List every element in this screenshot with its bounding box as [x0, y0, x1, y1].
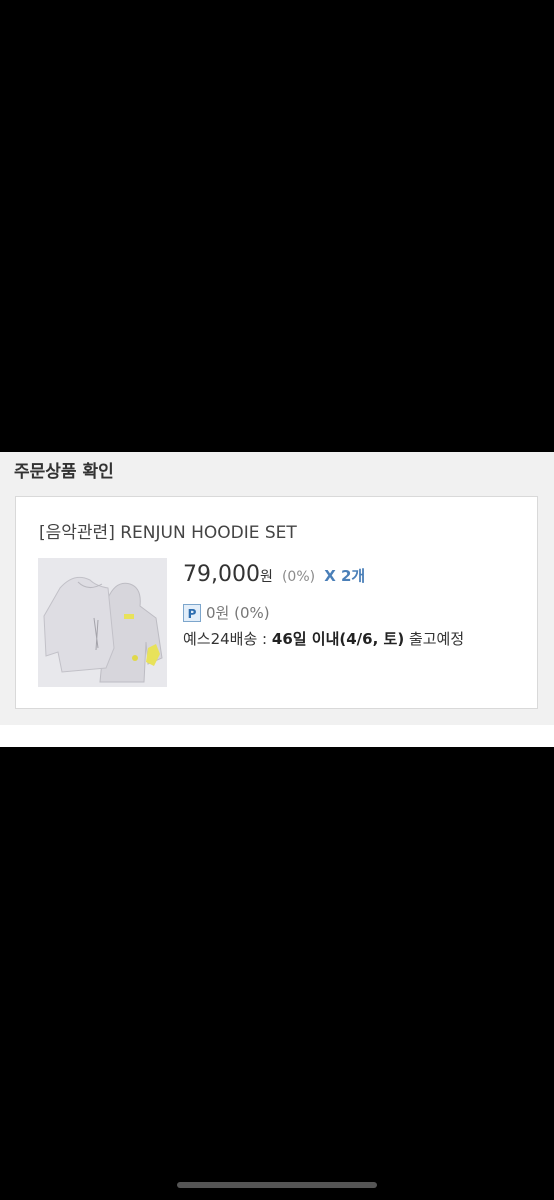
- discount-rate: (0%): [281, 569, 316, 585]
- price-row: 79,000원 (0%) X 2개: [183, 562, 365, 587]
- points-value: 0원 (0%): [206, 604, 270, 622]
- delivery-suffix: 출고예정: [404, 630, 465, 648]
- order-confirm-section: 주문상품 확인 [음악관련] RENJUN HOODIE SET 79,000원…: [0, 452, 554, 725]
- section-title: 주문상품 확인: [14, 462, 114, 482]
- bottom-strip: [0, 725, 554, 747]
- points-icon: P: [183, 603, 201, 622]
- delivery-eta: 46일 이내(4/6, 토): [271, 630, 405, 648]
- delivery-method: 예스24배송 :: [183, 630, 272, 648]
- product-name[interactable]: [음악관련] RENJUN HOODIE SET: [39, 518, 297, 543]
- quantity: X 2개: [324, 567, 366, 585]
- hoodie-image: [38, 558, 167, 687]
- product-thumbnail[interactable]: [38, 558, 167, 687]
- price-value: 79,000: [183, 562, 260, 587]
- price-currency: 원: [259, 569, 273, 585]
- points-row: P 0원 (0%): [183, 602, 270, 623]
- home-indicator[interactable]: [177, 1182, 377, 1188]
- product-card: [음악관련] RENJUN HOODIE SET 79,000원 (0%) X …: [15, 496, 538, 709]
- delivery-info: 예스24배송 : 46일 이내(4/6, 토) 출고예정: [183, 628, 464, 649]
